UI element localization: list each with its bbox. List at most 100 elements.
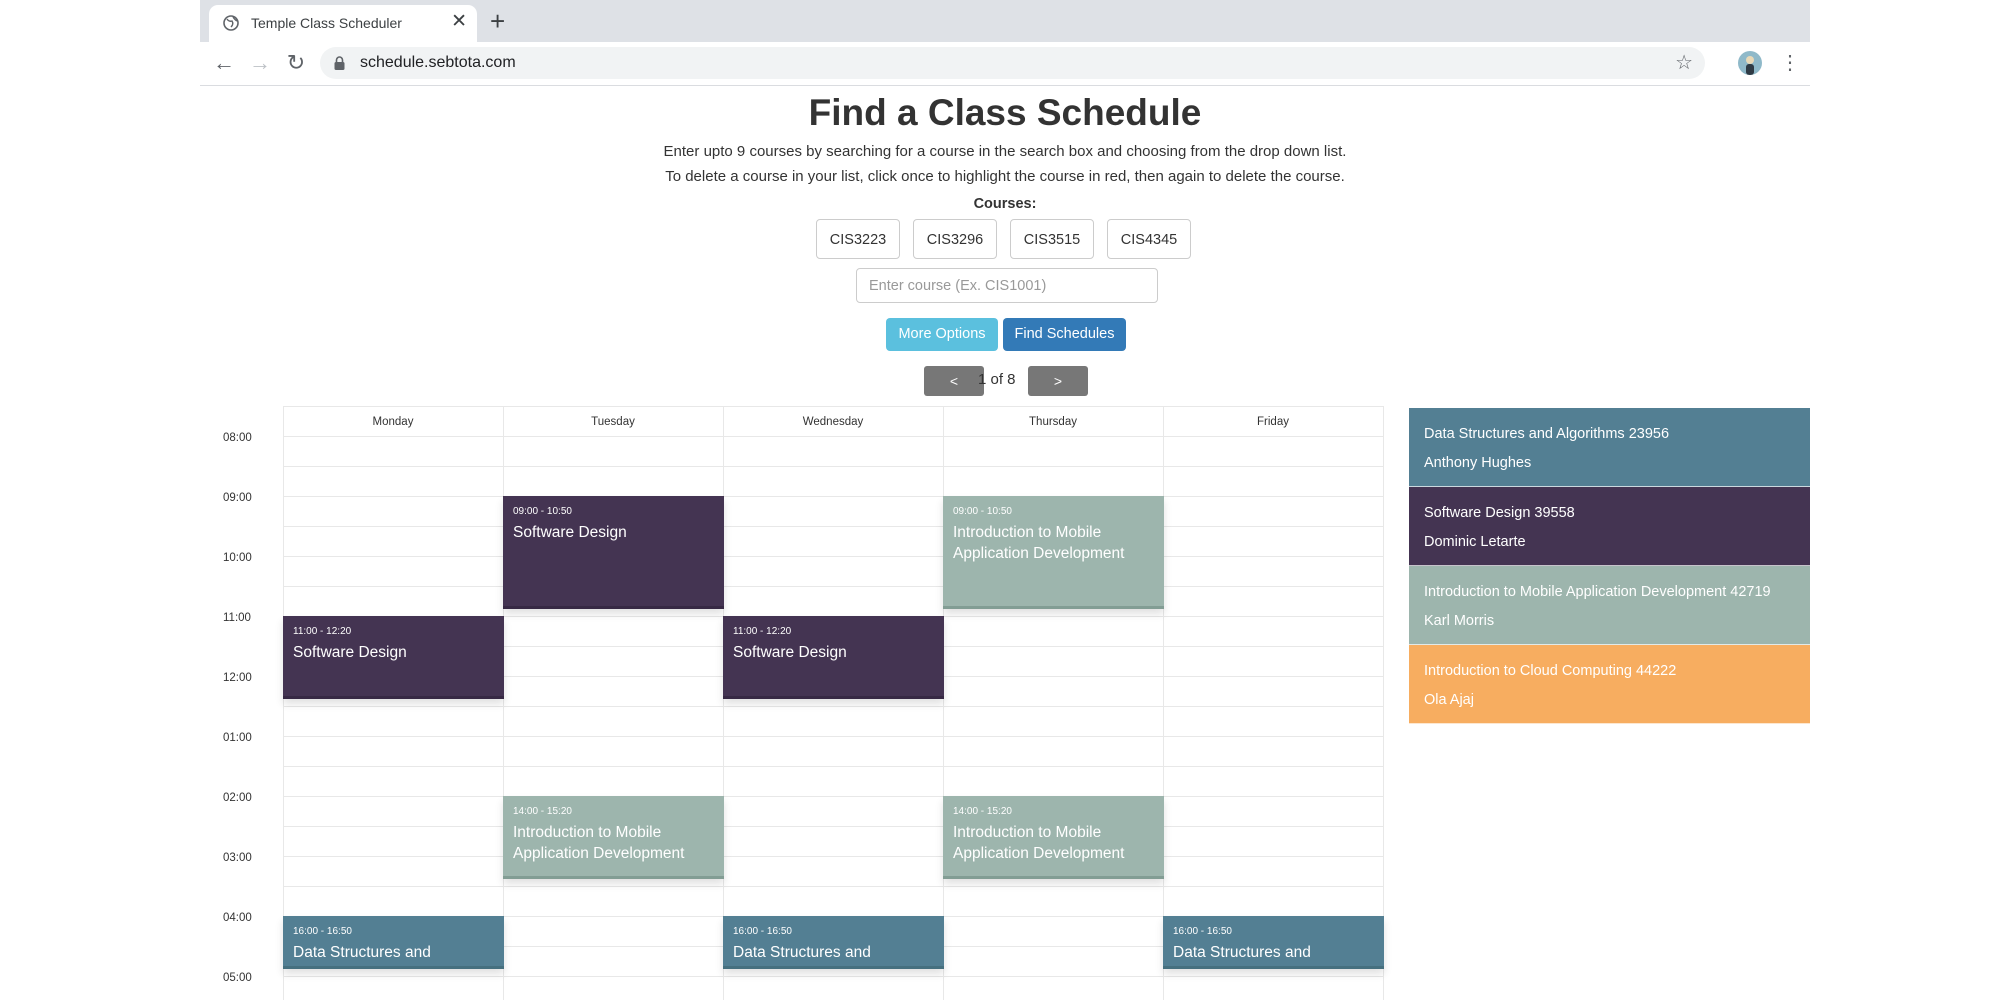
- legend-item[interactable]: Introduction to Mobile Application Devel…: [1409, 566, 1810, 645]
- time-label: 05:00: [223, 972, 252, 984]
- courses-label: Courses:: [973, 196, 1037, 212]
- time-label: 04:00: [223, 912, 252, 924]
- browser-toolbar: ← → ↻ schedule.sebtota.com ☆ ⋮: [200, 42, 1810, 86]
- legend-course: Software Design 39558: [1424, 505, 1575, 521]
- close-tab-icon[interactable]: ✕: [451, 11, 467, 33]
- time-label: 08:00: [223, 432, 252, 444]
- reload-icon[interactable]: ↻: [283, 50, 309, 76]
- next-page-button[interactable]: >: [1028, 366, 1088, 396]
- class-event[interactable]: 16:00 - 16:50 Data Structures and: [723, 916, 944, 969]
- page-title: Find a Class Schedule: [808, 92, 1202, 133]
- course-chip[interactable]: CIS3223: [816, 219, 900, 259]
- time-label: 09:00: [223, 492, 252, 504]
- legend-item[interactable]: Software Design 39558 Dominic Letarte: [1409, 487, 1810, 566]
- day-header-thursday: Thursday: [1029, 416, 1077, 428]
- grid-line: [283, 976, 1383, 977]
- globe-icon: [223, 15, 239, 31]
- grid-line: [283, 556, 1383, 557]
- day-header-friday: Friday: [1257, 416, 1289, 428]
- event-name: Data Structures and: [1173, 944, 1311, 961]
- instruction-text: To delete a course in your list, click o…: [665, 168, 1345, 185]
- event-time: 09:00 - 10:50: [953, 506, 1012, 517]
- bookmark-star-icon[interactable]: ☆: [1675, 50, 1693, 75]
- legend-instructor: Anthony Hughes: [1424, 455, 1532, 471]
- class-event[interactable]: 11:00 - 12:20 Software Design: [723, 616, 944, 699]
- prev-page-button[interactable]: <: [924, 366, 984, 396]
- course-legend: Data Structures and Algorithms 23956 Ant…: [1409, 408, 1810, 724]
- grid-line: [283, 406, 1383, 407]
- schedule-calendar: Monday Tuesday Wednesday Thursday Friday…: [200, 406, 1400, 1000]
- back-icon[interactable]: ←: [211, 50, 237, 76]
- person-icon: [1746, 56, 1754, 75]
- find-schedules-button[interactable]: Find Schedules: [1003, 318, 1126, 351]
- time-label: 11:00: [223, 612, 251, 624]
- legend-item[interactable]: Introduction to Cloud Computing 44222 Ol…: [1409, 645, 1810, 724]
- event-name: Data Structures and: [733, 944, 871, 961]
- grid-line: [283, 856, 1383, 857]
- event-time: 16:00 - 16:50: [733, 926, 792, 937]
- event-time: 09:00 - 10:50: [513, 506, 572, 517]
- legend-course: Introduction to Mobile Application Devel…: [1424, 584, 1771, 600]
- browser-window: Temple Class Scheduler ✕ + ← → ↻ schedul…: [200, 0, 1810, 1000]
- grid-line: [283, 496, 1383, 497]
- time-label: 03:00: [223, 852, 252, 864]
- event-name: Introduction to Mobile Application Devel…: [953, 524, 1125, 562]
- grid-line: [283, 706, 1383, 707]
- event-time: 14:00 - 15:20: [513, 806, 572, 817]
- time-label: 10:00: [223, 552, 252, 564]
- grid-line: [283, 766, 1383, 767]
- event-name: Introduction to Mobile Application Devel…: [513, 824, 685, 862]
- grid-line: [283, 796, 1383, 797]
- event-time: 16:00 - 16:50: [1173, 926, 1232, 937]
- grid-line: [283, 736, 1383, 737]
- legend-item[interactable]: Data Structures and Algorithms 23956 Ant…: [1409, 408, 1810, 487]
- grid-line: [1383, 406, 1384, 1000]
- event-time: 14:00 - 15:20: [953, 806, 1012, 817]
- pager-text: 1 of 8: [978, 371, 1016, 388]
- day-header-wednesday: Wednesday: [802, 416, 864, 428]
- class-event[interactable]: 14:00 - 15:20 Introduction to Mobile App…: [943, 796, 1164, 879]
- grid-line: [283, 466, 1383, 467]
- class-event[interactable]: 14:00 - 15:20 Introduction to Mobile App…: [503, 796, 724, 879]
- time-label: 02:00: [223, 792, 252, 804]
- course-chip[interactable]: CIS3515: [1010, 219, 1094, 259]
- class-event[interactable]: 11:00 - 12:20 Software Design: [283, 616, 504, 699]
- address-bar[interactable]: schedule.sebtota.com ☆: [320, 47, 1705, 79]
- event-time: 16:00 - 16:50: [293, 926, 352, 937]
- event-name: Software Design: [513, 524, 627, 541]
- time-label: 01:00: [223, 732, 252, 744]
- legend-instructor: Karl Morris: [1424, 613, 1495, 629]
- url-text: schedule.sebtota.com: [360, 54, 516, 71]
- tab-title: Temple Class Scheduler: [251, 15, 402, 31]
- event-name: Software Design: [293, 644, 407, 661]
- instruction-text: Enter upto 9 courses by searching for a …: [663, 143, 1347, 160]
- class-event[interactable]: 16:00 - 16:50 Data Structures and: [1163, 916, 1384, 969]
- forward-icon[interactable]: →: [247, 50, 273, 76]
- day-header-tuesday: Tuesday: [591, 416, 635, 428]
- more-options-button[interactable]: More Options: [886, 318, 998, 351]
- event-name: Data Structures and: [293, 944, 431, 961]
- class-event[interactable]: 09:00 - 10:50 Introduction to Mobile App…: [943, 496, 1164, 609]
- course-search-input[interactable]: [856, 268, 1158, 303]
- lock-icon: [334, 56, 345, 70]
- grid-line: [283, 886, 1383, 887]
- grid-line: [283, 436, 1383, 437]
- course-chip[interactable]: CIS3296: [913, 219, 997, 259]
- time-label: 12:00: [223, 672, 252, 684]
- event-time: 11:00 - 12:20: [733, 626, 792, 637]
- menu-kebab-icon[interactable]: ⋮: [1780, 50, 1800, 76]
- browser-tab[interactable]: Temple Class Scheduler ✕: [209, 5, 477, 42]
- grid-line: [283, 586, 1383, 587]
- course-chip[interactable]: CIS4345: [1107, 219, 1191, 259]
- new-tab-button[interactable]: +: [490, 8, 505, 34]
- class-event[interactable]: 16:00 - 16:50 Data Structures and: [283, 916, 504, 969]
- day-header-monday: Monday: [372, 416, 414, 428]
- profile-avatar[interactable]: [1738, 51, 1762, 75]
- legend-course: Introduction to Cloud Computing 44222: [1424, 663, 1677, 679]
- legend-instructor: Dominic Letarte: [1424, 534, 1526, 550]
- event-name: Software Design: [733, 644, 847, 661]
- tab-strip: Temple Class Scheduler ✕ +: [200, 0, 1810, 42]
- class-event[interactable]: 09:00 - 10:50 Software Design: [503, 496, 724, 609]
- legend-course: Data Structures and Algorithms 23956: [1424, 426, 1670, 442]
- grid-line: [283, 526, 1383, 527]
